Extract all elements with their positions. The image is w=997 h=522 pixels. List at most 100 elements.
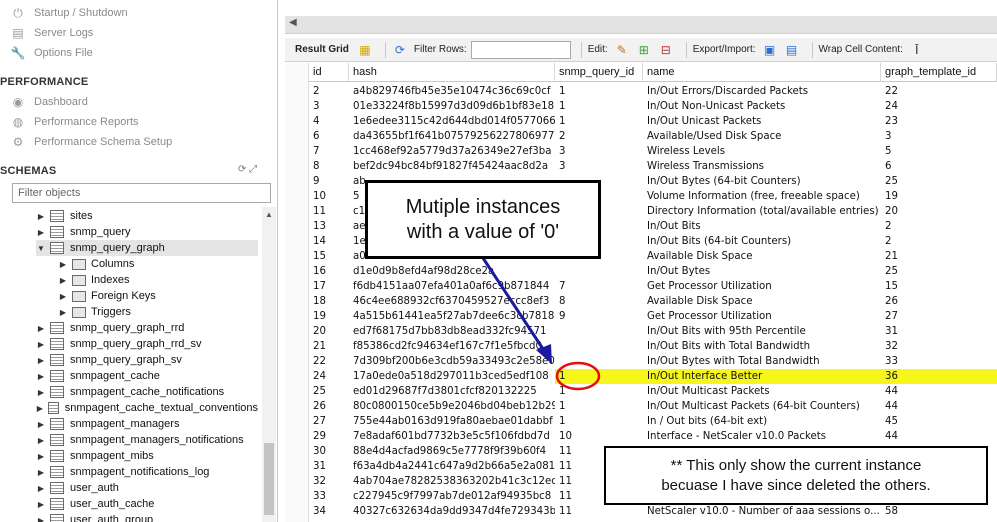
- cell-name[interactable]: Available/Used Disk Space: [643, 129, 881, 144]
- cell-snmp-query-id[interactable]: 11: [555, 504, 643, 519]
- tree-subitem[interactable]: ▶ Triggers: [58, 304, 258, 320]
- table-row[interactable]: 19 4a515b61441ea5f27ab7dee6c3cb7818 9 Get P…: [285, 309, 997, 324]
- cell-id[interactable]: 20: [309, 324, 349, 339]
- cell-name[interactable]: In/Out Multicast Packets (64-bit Counter…: [643, 399, 881, 414]
- cell-hash[interactable]: 1e6edee3115c42d644dbd014f0577066: [349, 114, 555, 129]
- tree-table-item[interactable]: ▶ snmpagent_cache_textual_conventions: [36, 400, 258, 416]
- cell-id[interactable]: 15: [309, 249, 349, 264]
- cell-graph-template-id[interactable]: 45: [881, 414, 997, 429]
- table-row[interactable]: 8 bef2dc94bc84bf91827f45424aac8d2a 3 Wirele…: [285, 159, 997, 174]
- cell-id[interactable]: 9: [309, 174, 349, 189]
- nav-performance-schema-setup[interactable]: ⚙ Performance Schema Setup: [10, 133, 173, 151]
- collapsed-arrow-icon[interactable]: ▶: [58, 308, 68, 317]
- cell-name[interactable]: Directory Information (total/available e…: [643, 204, 881, 219]
- table-row[interactable]: 21 f85386cd2fc94634ef167c7f1e5fbcd0 In/Out…: [285, 339, 997, 354]
- collapsed-arrow-icon[interactable]: ▶: [36, 388, 46, 397]
- cell-snmp-query-id[interactable]: 2: [555, 129, 643, 144]
- column-header-id[interactable]: id: [309, 63, 349, 82]
- cell-name[interactable]: In/Out Bytes (64-bit Counters): [643, 174, 881, 189]
- table-row[interactable]: 3 01e33224f8b15997d3d09d6b1bf83e18 1 In/Out…: [285, 99, 997, 114]
- cell-snmp-query-id[interactable]: 3: [555, 144, 643, 159]
- cell-id[interactable]: 14: [309, 234, 349, 249]
- cell-snmp-query-id[interactable]: [555, 339, 643, 354]
- cell-name[interactable]: In/Out Bytes: [643, 264, 881, 279]
- cell-hash[interactable]: 7e8adaf601bd7732b3e5c5f106fdbd7d: [349, 429, 555, 444]
- tree-table-item[interactable]: ▶ snmpagent_cache_notifications: [36, 384, 258, 400]
- cell-hash[interactable]: ed7f68175d7bb83db8ead332fc94571: [349, 324, 555, 339]
- cell-id[interactable]: 7: [309, 144, 349, 159]
- cell-id[interactable]: 13: [309, 219, 349, 234]
- collapsed-arrow-icon[interactable]: ▶: [36, 404, 44, 413]
- cell-snmp-query-id[interactable]: 1: [555, 384, 643, 399]
- cell-id[interactable]: 10: [309, 189, 349, 204]
- cell-graph-template-id[interactable]: 15: [881, 279, 997, 294]
- cell-hash[interactable]: f63a4db4a2441c647a9d2b66a5e2a081: [349, 459, 555, 474]
- collapsed-arrow-icon[interactable]: ▶: [36, 356, 46, 365]
- cell-graph-template-id[interactable]: 2: [881, 219, 997, 234]
- table-row[interactable]: 22 7d309bf200b6e3cdb59a33493c2e58e0 In/Out…: [285, 354, 997, 369]
- cell-hash[interactable]: 40327c632634da9dd9347d4fe729343b: [349, 504, 555, 519]
- cell-name[interactable]: In/Out Unicast Packets: [643, 114, 881, 129]
- table-row[interactable]: 25 ed01d29687f7d3801cfcf820132225 1 In/Out …: [285, 384, 997, 399]
- collapsed-arrow-icon[interactable]: ▶: [36, 228, 46, 237]
- cell-hash[interactable]: da43655bf1f641b07579256227806977: [349, 129, 555, 144]
- tree-table-item[interactable]: ▶ snmp_query_graph_rrd_sv: [36, 336, 258, 352]
- collapsed-arrow-icon[interactable]: ▶: [36, 324, 46, 333]
- cell-hash[interactable]: 80c0800150ce5b9e2046bd04beb12b29: [349, 399, 555, 414]
- scrollbar-thumb[interactable]: [264, 443, 274, 515]
- table-row[interactable]: 24 17a0ede0a518d297011b3ced5edf108 1 In/Out…: [285, 369, 997, 384]
- grid-icon[interactable]: ▦: [357, 43, 373, 57]
- cell-hash[interactable]: 17a0ede0a518d297011b3ced5edf108: [349, 369, 555, 384]
- cell-name[interactable]: Available Disk Space: [643, 294, 881, 309]
- table-row[interactable]: 16 d1e0d9b8efd4af98d28ce2a In/Out Bytes 25: [285, 264, 997, 279]
- cell-graph-template-id[interactable]: 32: [881, 339, 997, 354]
- cell-id[interactable]: 29: [309, 429, 349, 444]
- cell-graph-template-id[interactable]: 44: [881, 399, 997, 414]
- cell-hash[interactable]: c227945c9f7997ab7de012af94935bc8: [349, 489, 555, 504]
- cell-snmp-query-id[interactable]: 3: [555, 159, 643, 174]
- cell-snmp-query-id[interactable]: 1: [555, 399, 643, 414]
- cell-hash[interactable]: 4ab704ae78282538363202b41c3c12ec: [349, 474, 555, 489]
- cell-id[interactable]: 4: [309, 114, 349, 129]
- tree-table-item[interactable]: ▶ snmpagent_notifications_log: [36, 464, 258, 480]
- table-row[interactable]: 2 a4b829746fb45e35e10474c36c69c0cf 1 In/Out…: [285, 84, 997, 99]
- scroll-left-icon[interactable]: ◀: [289, 17, 297, 28]
- nav-performance-reports[interactable]: ◍ Performance Reports: [10, 113, 139, 131]
- cell-hash[interactable]: 88e4d4acfad9869c5e7778f9f39b60f4: [349, 444, 555, 459]
- cell-id[interactable]: 8: [309, 159, 349, 174]
- collapsed-arrow-icon[interactable]: ▶: [36, 340, 46, 349]
- cell-id[interactable]: 16: [309, 264, 349, 279]
- table-row[interactable]: 17 f6db4151aa07efa401a0af6c9b871844 7 Get P…: [285, 279, 997, 294]
- collapsed-arrow-icon[interactable]: ▶: [36, 436, 46, 445]
- cell-hash[interactable]: f85386cd2fc94634ef167c7f1e5fbcd0: [349, 339, 555, 354]
- collapsed-arrow-icon[interactable]: ▶: [36, 516, 46, 522]
- cell-graph-template-id[interactable]: 25: [881, 264, 997, 279]
- expanded-arrow-icon[interactable]: ▼: [36, 244, 46, 253]
- tree-subitem[interactable]: ▶ Foreign Keys: [58, 288, 258, 304]
- cell-name[interactable]: In/Out Bits (64-bit Counters): [643, 234, 881, 249]
- cell-snmp-query-id[interactable]: [555, 354, 643, 369]
- cell-snmp-query-id[interactable]: 1: [555, 369, 643, 384]
- column-header-snmp-query-id[interactable]: snmp_query_id: [555, 63, 643, 82]
- collapsed-arrow-icon[interactable]: ▶: [36, 500, 46, 509]
- cell-snmp-query-id[interactable]: 1: [555, 84, 643, 99]
- table-row[interactable]: 18 46c4ee688932cf6370459527eccc8ef3 8 Avail…: [285, 294, 997, 309]
- table-row[interactable]: 34 40327c632634da9dd9347d4fe729343b 11 NetS…: [285, 504, 997, 519]
- tree-table-item[interactable]: ▶ user_auth_cache: [36, 496, 258, 512]
- cell-hash[interactable]: 4a515b61441ea5f27ab7dee6c3cb7818: [349, 309, 555, 324]
- collapsed-arrow-icon[interactable]: ▶: [36, 484, 46, 493]
- cell-graph-template-id[interactable]: 23: [881, 114, 997, 129]
- cell-hash[interactable]: 755e44ab0163d919fa80aebae01dabbf: [349, 414, 555, 429]
- tree-table-item[interactable]: ▶ snmpagent_mibs: [36, 448, 258, 464]
- cell-hash[interactable]: bef2dc94bc84bf91827f45424aac8d2a: [349, 159, 555, 174]
- cell-id[interactable]: 34: [309, 504, 349, 519]
- cell-snmp-query-id[interactable]: 1: [555, 99, 643, 114]
- filter-objects-input[interactable]: [12, 183, 271, 203]
- cell-graph-template-id[interactable]: 36: [881, 369, 997, 384]
- collapsed-arrow-icon[interactable]: ▶: [36, 420, 46, 429]
- cell-graph-template-id[interactable]: 44: [881, 384, 997, 399]
- filter-rows-input[interactable]: [470, 40, 571, 59]
- cell-hash[interactable]: d1e0d9b8efd4af98d28ce2a: [349, 264, 555, 279]
- cell-snmp-query-id[interactable]: [555, 324, 643, 339]
- add-row-icon[interactable]: ⊞: [636, 43, 652, 57]
